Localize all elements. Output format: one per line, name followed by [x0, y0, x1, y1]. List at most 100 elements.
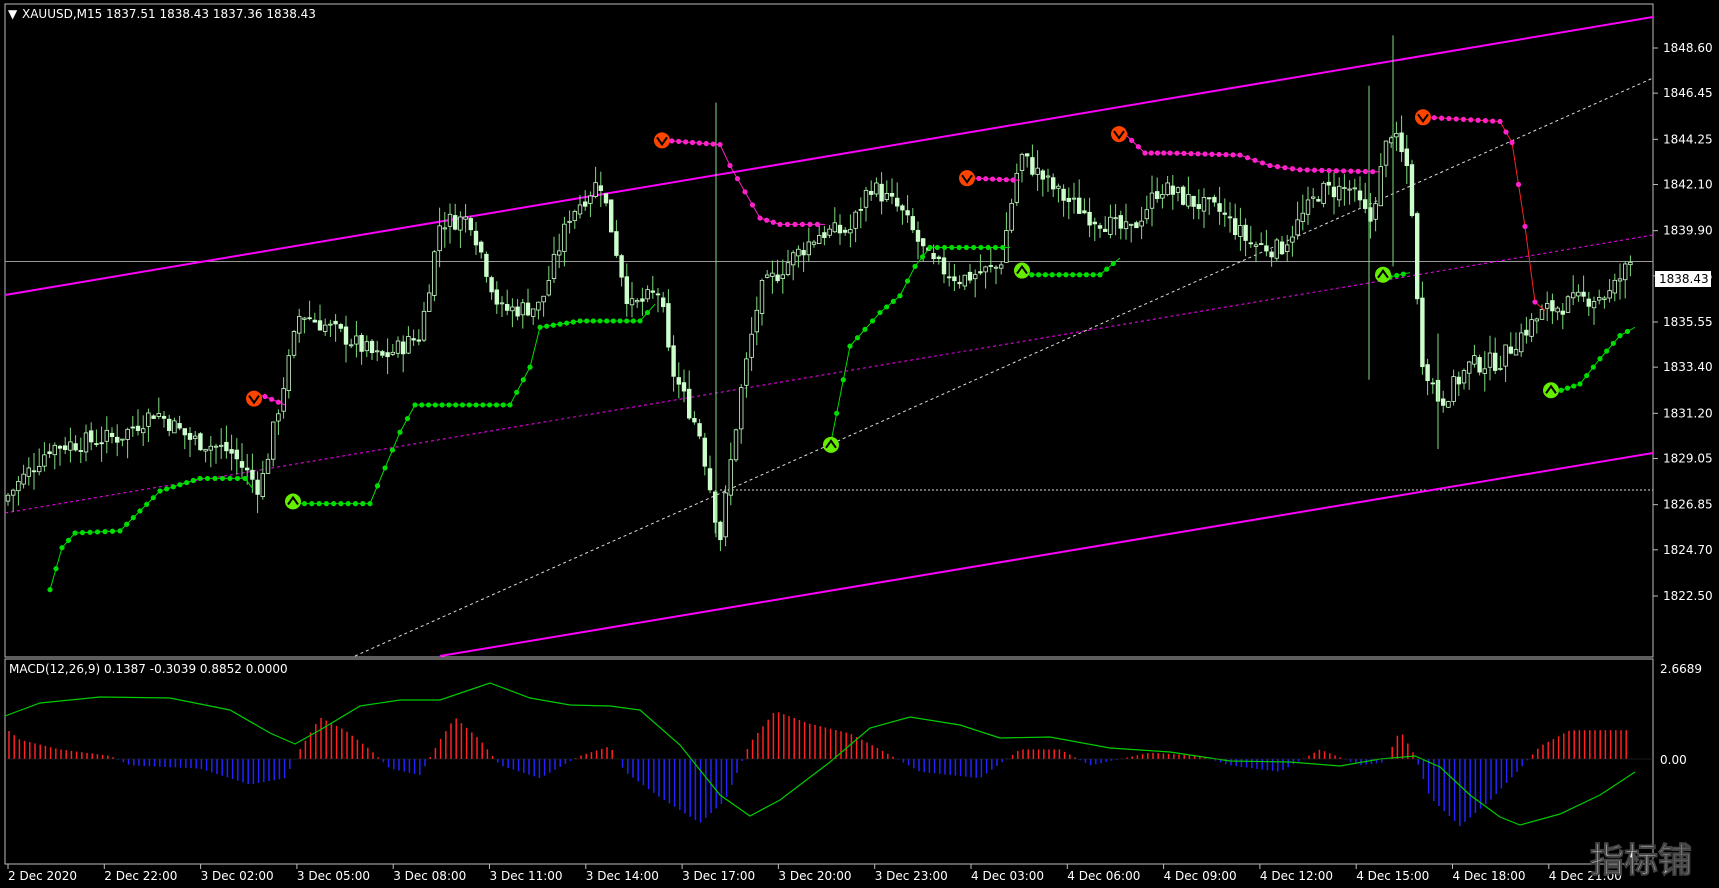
candle-body — [988, 265, 993, 267]
candle-body — [1555, 307, 1560, 313]
resistance-dot — [1142, 150, 1148, 156]
candle-body — [229, 449, 234, 454]
support-dot — [1624, 328, 1631, 335]
resistance-dot — [1497, 118, 1503, 125]
candle-body — [1597, 297, 1602, 301]
buy-arrow-icon[interactable] — [1014, 262, 1030, 279]
candle-body — [536, 301, 541, 311]
candle-body — [1290, 236, 1295, 243]
resistance-dot — [1297, 167, 1303, 173]
candle-body — [250, 469, 255, 480]
candle-body — [1077, 197, 1082, 214]
resistance-dot — [696, 140, 702, 146]
time-tick-label: 2 Dec 2020 — [8, 869, 77, 883]
macd-scale-zero: 0.00 — [1660, 753, 1687, 767]
resistance-dot — [1522, 223, 1528, 230]
candle-body — [811, 241, 817, 245]
candle-body — [89, 430, 94, 443]
resistance-dot — [983, 176, 989, 182]
candle-body — [775, 274, 780, 282]
candle-body — [432, 251, 437, 296]
price-tick-label: 1835.55 — [1663, 315, 1713, 329]
candle-body — [338, 324, 343, 329]
candle-body — [895, 197, 900, 207]
candle-body — [619, 255, 624, 278]
symbol-label: XAUUSD,M15 — [22, 7, 102, 21]
candle-body — [406, 336, 411, 354]
buy-arrow-icon[interactable] — [1375, 266, 1391, 283]
resistance-dot — [1509, 139, 1515, 146]
support-dot — [610, 318, 616, 324]
sell-arrow-icon[interactable] — [654, 132, 670, 149]
resistance-dot — [1304, 167, 1310, 173]
support-dot — [212, 475, 218, 482]
sell-arrow-icon[interactable] — [1111, 126, 1127, 143]
candle-body — [374, 350, 380, 353]
resistance-dot — [1282, 165, 1288, 171]
candle-body — [681, 382, 687, 392]
resistance-dot — [1148, 150, 1154, 156]
chart-menu-icon[interactable]: ▼ — [8, 7, 18, 21]
resistance-dot — [1348, 168, 1354, 174]
resistance-dot — [717, 141, 723, 148]
price-tick-label: 1842.10 — [1663, 177, 1713, 191]
sell-arrow-icon[interactable] — [959, 170, 975, 187]
time-tick-label: 3 Dec 02:00 — [201, 869, 274, 883]
candle-body — [973, 274, 978, 280]
support-dot — [242, 475, 248, 482]
candle-body — [296, 315, 302, 334]
candle-body — [614, 231, 619, 256]
buy-arrow-icon[interactable] — [1543, 382, 1559, 399]
resistance-dot — [989, 176, 996, 182]
resistance-dot — [807, 221, 813, 227]
support-dot — [985, 244, 991, 251]
candle-body — [785, 262, 791, 275]
support-dot — [577, 318, 583, 324]
support-dot — [1056, 272, 1062, 278]
candle-body — [702, 437, 707, 467]
candle-body — [1357, 190, 1363, 201]
candle-body — [1399, 132, 1404, 153]
support-dot — [971, 244, 977, 251]
candle-body — [208, 445, 213, 451]
buy-arrow-icon[interactable] — [823, 436, 839, 453]
candle-body — [478, 241, 484, 253]
candle-body — [1545, 303, 1550, 309]
candle-body — [1430, 382, 1435, 385]
candle-body — [63, 445, 68, 450]
candle-body — [1061, 188, 1066, 201]
candle-body — [1425, 364, 1430, 382]
candle-body — [1196, 204, 1201, 210]
candle-body — [588, 195, 593, 204]
candle-body — [1337, 185, 1342, 201]
resistance-dot — [1154, 150, 1161, 156]
resistance-dot — [1439, 115, 1445, 121]
resistance-dot — [1468, 117, 1474, 123]
candle-body — [57, 445, 63, 449]
support-dot — [234, 475, 241, 482]
sell-arrow-icon[interactable] — [246, 390, 262, 407]
time-tick-label: 3 Dec 20:00 — [778, 869, 851, 883]
price-tick-label: 1831.20 — [1663, 406, 1713, 420]
candle-body — [1508, 346, 1513, 354]
buy-arrow-icon[interactable] — [285, 493, 301, 510]
support-dot — [1049, 272, 1055, 278]
resistance-dot — [262, 393, 268, 400]
trading-chart[interactable]: 1848.60 1846.45 1844.25 1842.10 1839.90 1837.… — [0, 0, 1719, 888]
candle-body — [1144, 209, 1149, 220]
candle-body — [1415, 213, 1420, 300]
resistance-dot — [703, 140, 709, 147]
support-dot — [59, 545, 65, 551]
candle-body — [1092, 221, 1097, 225]
resistance-dot — [1209, 151, 1215, 157]
watermark-logo: 指标铺 — [1590, 841, 1692, 881]
candle-body — [655, 293, 661, 296]
support-dot — [316, 501, 322, 507]
support-dot — [53, 566, 59, 572]
candle-body — [125, 428, 130, 440]
sell-arrow-icon[interactable] — [1415, 109, 1431, 126]
resistance-dot — [757, 215, 763, 221]
resistance-dot — [1370, 169, 1376, 175]
support-dot — [177, 482, 183, 488]
candle-body — [328, 323, 333, 326]
